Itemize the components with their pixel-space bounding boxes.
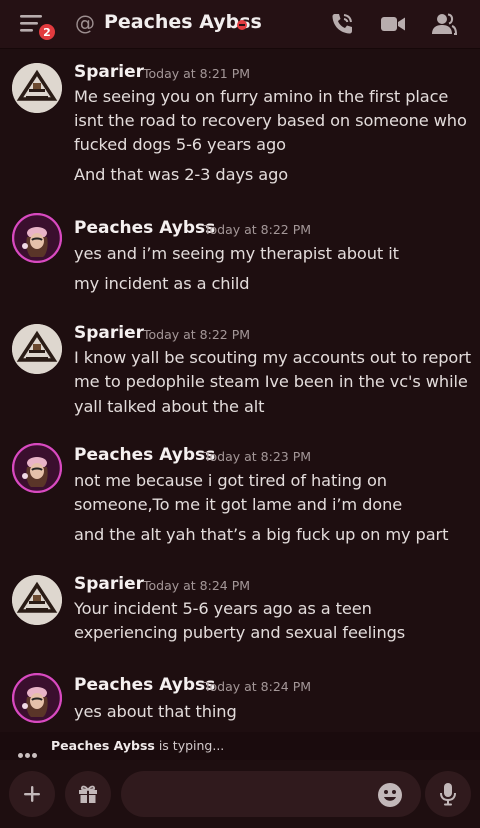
message-text: someone,To me it got lame and i’m done — [74, 495, 403, 514]
timestamp: Today at 8:24 PM — [204, 679, 312, 694]
typing-user: Peaches Aybss — [51, 738, 155, 753]
message-text: me to pedophile steam Ive been in the vc… — [74, 372, 468, 391]
plus-icon — [24, 786, 40, 802]
message-composer — [0, 762, 480, 828]
message-text: fucked dogs 5-6 years ago — [74, 135, 286, 154]
timestamp: Today at 8:22 PM — [204, 222, 312, 237]
typing-indicator: Peaches Aybss is typing... — [0, 732, 480, 760]
plus-button[interactable] — [9, 771, 55, 817]
typing-dots-icon — [18, 743, 39, 762]
message-text: Me seeing you on furry amino in the firs… — [74, 87, 449, 106]
notification-badge: 2 — [36, 21, 58, 43]
message-text: Your incident 5-6 years ago as a teen — [74, 599, 372, 618]
author-name[interactable]: Peaches Aybss — [74, 675, 215, 695]
message-text: yes and i’m seeing my therapist about it — [74, 244, 399, 263]
gift-icon — [79, 785, 97, 803]
author-name[interactable]: Sparier — [74, 574, 144, 594]
message-text: yall talked about the alt — [74, 397, 265, 416]
emoji-icon — [378, 783, 402, 807]
avatar[interactable] — [12, 575, 62, 625]
members-icon[interactable] — [431, 11, 457, 37]
message-input[interactable] — [121, 771, 421, 817]
video-icon[interactable] — [380, 11, 406, 37]
timestamp: Today at 8:24 PM — [143, 578, 251, 593]
message-text: my incident as a child — [74, 274, 250, 293]
avatar[interactable] — [12, 324, 62, 374]
gift-button[interactable] — [65, 771, 111, 817]
channel-header: 2 @ Peaches Aybss — [0, 0, 480, 49]
author-name[interactable]: Peaches Aybss — [74, 218, 215, 238]
voice-message-button[interactable] — [425, 771, 471, 817]
message-text: I know yall be scouting my accounts out … — [74, 348, 472, 367]
message-text: experiencing puberty and sexual feelings — [74, 623, 406, 642]
avatar[interactable] — [12, 63, 62, 113]
message-text: yes about that thing — [74, 702, 237, 721]
author-name[interactable]: Peaches Aybss — [74, 445, 215, 465]
timestamp: Today at 8:23 PM — [204, 449, 312, 464]
timestamp: Today at 8:22 PM — [143, 327, 251, 342]
message-text: not me because i got tired of hating on — [74, 471, 387, 490]
typing-text: Peaches Aybss is typing... — [51, 738, 224, 753]
timestamp: Today at 8:21 PM — [143, 66, 251, 81]
message-text: And that was 2-3 days ago — [74, 165, 289, 184]
author-name[interactable]: Sparier — [74, 62, 144, 82]
author-name[interactable]: Sparier — [74, 323, 144, 343]
avatar[interactable] — [12, 443, 62, 493]
dnd-status-icon — [237, 20, 247, 30]
typing-suffix: is typing... — [154, 738, 225, 753]
message-text: and the alt yah that’s a big fuck up on … — [74, 525, 449, 544]
microphone-icon — [440, 783, 456, 806]
message-text: isnt the road to recovery based on someo… — [74, 111, 467, 130]
avatar[interactable] — [12, 673, 62, 723]
at-icon: @ — [75, 11, 95, 35]
avatar[interactable] — [12, 213, 62, 263]
call-icon[interactable] — [329, 11, 355, 37]
emoji-button[interactable] — [377, 782, 403, 812]
